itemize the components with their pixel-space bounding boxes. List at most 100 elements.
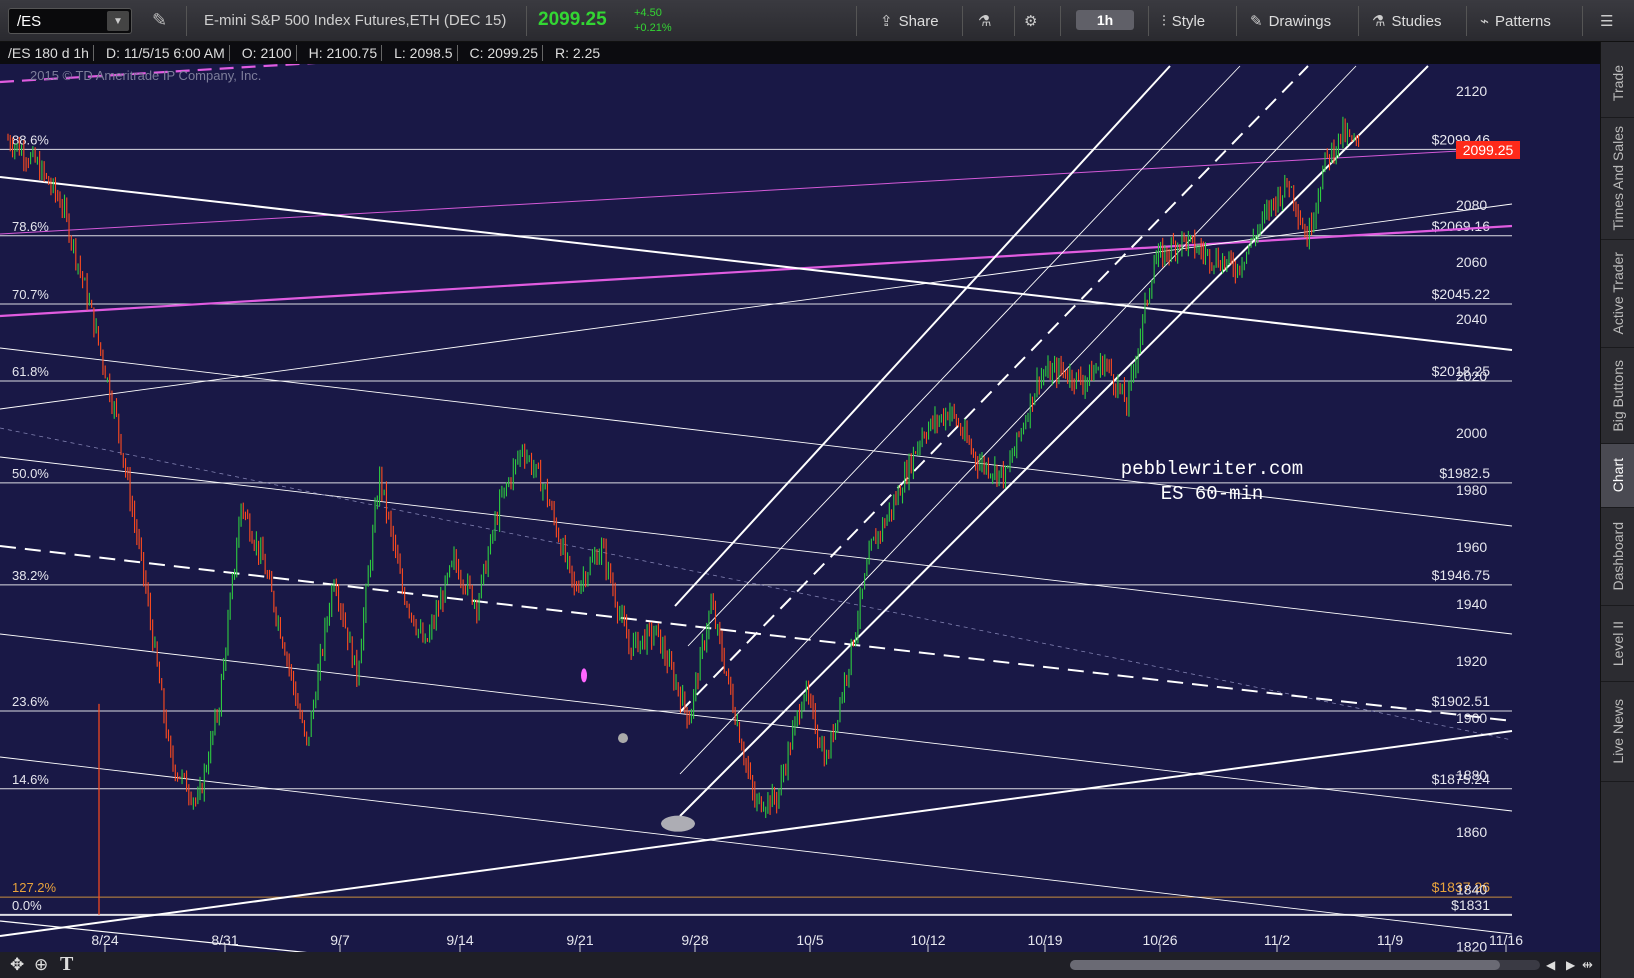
- last-price: 2099.25: [538, 9, 607, 30]
- menu-button[interactable]: ☰: [1600, 9, 1619, 33]
- trend-line[interactable]: [0, 203, 1513, 410]
- copyright-notice: 2015 © TD Ameritrade IP Company, Inc.: [30, 68, 261, 83]
- x-axis-tick: 9/14: [446, 932, 473, 948]
- rail-tab-dashboard[interactable]: Dashboard: [1601, 508, 1634, 606]
- x-axis-tick: 9/28: [681, 932, 708, 948]
- rail-tab-chart[interactable]: Chart: [1601, 444, 1634, 508]
- fib-level-pct: 23.6%: [12, 694, 49, 709]
- text-tool-icon[interactable]: T: [60, 953, 73, 976]
- trend-line[interactable]: [0, 633, 1513, 812]
- chart-bottom-bar: ✥ ⊕ T ◀ ▶ ⇹: [0, 952, 1600, 978]
- y-axis-tick: 1840: [1456, 881, 1487, 897]
- trend-line[interactable]: [679, 65, 1357, 775]
- chevron-down-icon[interactable]: ▼: [107, 11, 129, 31]
- bar-date: D: 11/5/15 6:00 AM: [105, 45, 225, 61]
- y-axis-tick: 1880: [1456, 767, 1487, 783]
- symbol-selector[interactable]: /ES ▼: [8, 8, 132, 34]
- rail-tab-active-trader[interactable]: Active Trader: [1601, 240, 1634, 348]
- x-axis-tick: 10/5: [796, 932, 823, 948]
- rail-tab-level-ii[interactable]: Level II: [1601, 606, 1634, 682]
- horizontal-scrollbar[interactable]: [1070, 960, 1540, 970]
- patterns-button[interactable]: ⌁ Patterns: [1480, 9, 1551, 33]
- scrollbar-thumb[interactable]: [1070, 960, 1500, 970]
- style-button[interactable]: ⫶ Style: [1162, 9, 1205, 33]
- scroll-right-icon[interactable]: ▶: [1566, 958, 1575, 972]
- studies-label: Studies: [1391, 12, 1442, 30]
- timeframe-button[interactable]: 1h: [1076, 10, 1134, 30]
- net-change: +4.50: [634, 7, 662, 19]
- fib-level-price: $1982.5: [1439, 465, 1490, 481]
- fib-level-price: $1946.75: [1432, 567, 1491, 583]
- pattern-icon: ⌁: [1480, 13, 1490, 30]
- rail-tab-label: Trade: [1610, 65, 1626, 102]
- rail-tab-label: Level II: [1610, 620, 1626, 667]
- style-label: Style: [1171, 12, 1206, 30]
- x-axis-tick: 11/9: [1377, 932, 1403, 948]
- price-chart[interactable]: 88.6% $2099.46 78.6% $2069.16 70.7% $2045.22 6…: [0, 64, 1600, 978]
- toolbar-divider: [1358, 6, 1359, 36]
- trend-line[interactable]: [0, 176, 1513, 351]
- instrument-description: E-mini S&P 500 Index Futures,ETH (DEC 15…: [204, 12, 507, 29]
- rail-tab-live-news[interactable]: Live News: [1601, 682, 1634, 782]
- share-label: Share: [898, 12, 939, 30]
- point-marker[interactable]: [618, 733, 628, 744]
- trend-line[interactable]: [0, 756, 1513, 935]
- flask-button[interactable]: ⚗: [978, 9, 997, 33]
- toolbar-divider: [1014, 6, 1015, 36]
- settings-button[interactable]: ⚙: [1024, 9, 1043, 33]
- fib-level-pct: 50.0%: [12, 466, 49, 481]
- x-axis-tick: 11/2: [1264, 932, 1290, 948]
- fib-level-pct: 70.7%: [12, 287, 49, 302]
- toolbar-divider: [526, 6, 527, 36]
- studies-button[interactable]: ⚗ Studies: [1372, 9, 1442, 33]
- point-marker[interactable]: [581, 668, 587, 683]
- pencil-icon: ✎: [1250, 13, 1263, 30]
- trend-line[interactable]: [0, 347, 1513, 527]
- rail-tab-label: Dashboard: [1610, 522, 1626, 591]
- y-axis-tick: 2120: [1456, 83, 1487, 99]
- trend-line[interactable]: [0, 224, 1513, 318]
- low-marker[interactable]: [661, 815, 695, 832]
- share-button[interactable]: ⇪ Share: [880, 9, 939, 33]
- chart-header: /ES 180 d 1h D: 11/5/15 6:00 AM O: 2100 …: [0, 42, 1600, 64]
- thinkorswim-chart-window: /ES ▼ ✎ E-mini S&P 500 Index Futures,ETH…: [0, 0, 1634, 978]
- candles-icon: ⫶: [1162, 12, 1166, 30]
- pencil-icon[interactable]: ✎: [152, 10, 167, 31]
- rail-tab-times-and-sales[interactable]: Times And Sales: [1601, 118, 1634, 240]
- rail-tab-label: Chart: [1610, 458, 1626, 493]
- fib-level-pct: 0.0%: [12, 898, 42, 913]
- toolbar-divider: [186, 6, 187, 36]
- y-axis-tick: 1820: [1456, 938, 1487, 952]
- flask-icon: ⚗: [978, 13, 992, 30]
- y-axis-tick: 1940: [1456, 596, 1487, 612]
- watermark-label: ES 60-min: [1161, 483, 1264, 505]
- trend-line[interactable]: [674, 65, 1171, 607]
- y-axis-tick: 2000: [1456, 425, 1487, 441]
- scroll-left-icon[interactable]: ◀: [1546, 958, 1555, 972]
- y-axis-tick: 1960: [1456, 539, 1487, 555]
- x-axis-tick: 9/7: [330, 932, 350, 948]
- symbol-input[interactable]: /ES: [9, 13, 107, 30]
- trend-line[interactable]: [687, 65, 1241, 647]
- trend-line[interactable]: [679, 65, 1309, 713]
- toolbar-divider: [962, 6, 963, 36]
- chart-descriptor[interactable]: /ES 180 d 1h: [0, 45, 89, 61]
- pan-icon[interactable]: ✥: [10, 955, 24, 975]
- rail-tab-label: Active Trader: [1610, 252, 1626, 335]
- toolbar-divider: [1236, 6, 1237, 36]
- fib-level-pct: 127.2%: [12, 880, 57, 895]
- chart-canvas[interactable]: 88.6% $2099.4678.6% $2069.1670.7% $2045.226…: [0, 64, 1600, 952]
- current-price-label: 2099.25: [1463, 142, 1514, 158]
- zoom-icon[interactable]: ⊕: [34, 955, 48, 975]
- drawings-button[interactable]: ✎ Drawings: [1250, 9, 1331, 33]
- trend-line[interactable]: [0, 920, 340, 952]
- x-axis-tick: 8/24: [91, 932, 118, 948]
- expand-icon[interactable]: ⇹: [1582, 957, 1593, 973]
- rail-tab-label: Live News: [1610, 699, 1626, 764]
- trend-line[interactable]: [0, 730, 1513, 937]
- y-axis-tick: 1920: [1456, 653, 1487, 669]
- x-axis-tick: 9/21: [566, 932, 593, 948]
- trend-line[interactable]: [0, 456, 1513, 635]
- rail-tab-big-buttons[interactable]: Big Buttons: [1601, 348, 1634, 444]
- rail-tab-trade[interactable]: Trade: [1601, 50, 1634, 118]
